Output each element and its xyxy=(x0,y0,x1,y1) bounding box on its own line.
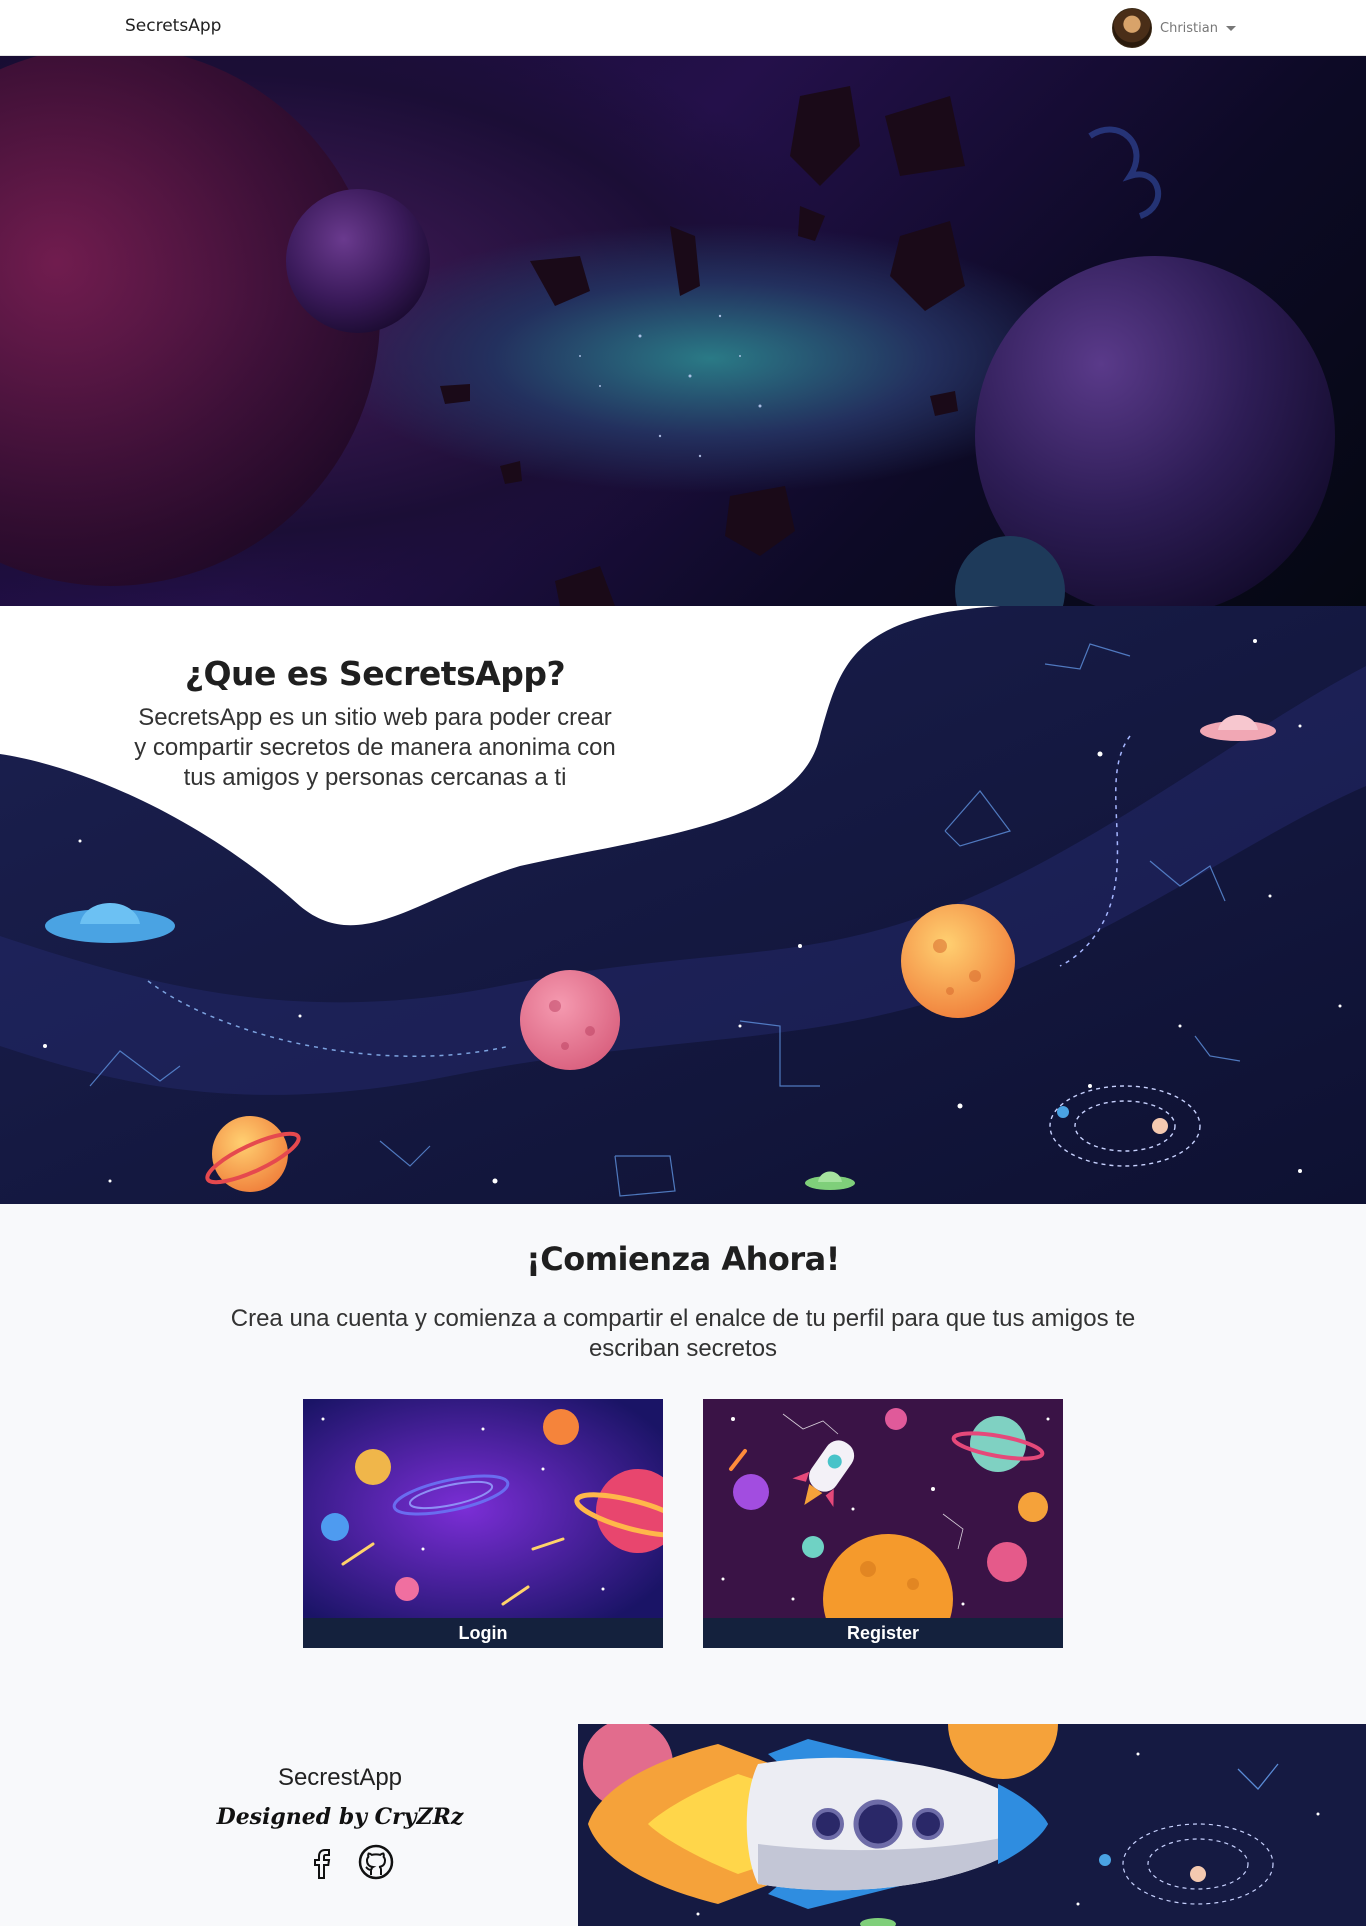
start-section: ¡Comienza Ahora! Crea una cuenta y comie… xyxy=(0,1204,1366,1724)
about-section: ¿Que es SecretsApp? SecretsApp es un sit… xyxy=(0,606,1366,1204)
login-card[interactable]: Login xyxy=(303,1399,663,1648)
hero-banner xyxy=(0,56,1366,606)
caret-down-icon xyxy=(1225,25,1236,31)
footer-credit: Designed by CryZRz xyxy=(216,1804,464,1830)
github-icon[interactable] xyxy=(356,1842,396,1882)
start-title: ¡Comienza Ahora! xyxy=(526,1240,840,1278)
facebook-icon[interactable] xyxy=(302,1842,342,1882)
start-description: Crea una cuenta y comienza a compartir e… xyxy=(230,1305,1136,1362)
footer-brand: SecrestApp xyxy=(277,1764,403,1791)
brand-link[interactable]: SecretsApp xyxy=(125,16,221,36)
login-label: Login xyxy=(303,1618,663,1648)
register-card[interactable]: Register xyxy=(703,1399,1063,1648)
register-card-illustration xyxy=(703,1399,1063,1618)
about-text-block: ¿Que es SecretsApp? SecretsApp es un sit… xyxy=(130,654,620,793)
user-name: Christian xyxy=(1160,20,1218,36)
hero-space-illustration xyxy=(0,56,1335,606)
about-description: SecretsApp es un sitio web para poder cr… xyxy=(134,704,616,791)
social-links xyxy=(302,1842,396,1882)
footer: SecrestApp Designed by CryZRz xyxy=(0,1724,1366,1926)
about-title: ¿Que es SecretsApp? xyxy=(184,654,566,693)
navbar: SecretsApp Christian xyxy=(0,0,1366,56)
register-label: Register xyxy=(703,1618,1063,1648)
user-menu-dropdown[interactable]: Christian xyxy=(1112,7,1236,49)
login-card-illustration xyxy=(303,1399,663,1618)
footer-rocket-illustration xyxy=(578,1724,1366,1926)
avatar xyxy=(1112,8,1152,48)
